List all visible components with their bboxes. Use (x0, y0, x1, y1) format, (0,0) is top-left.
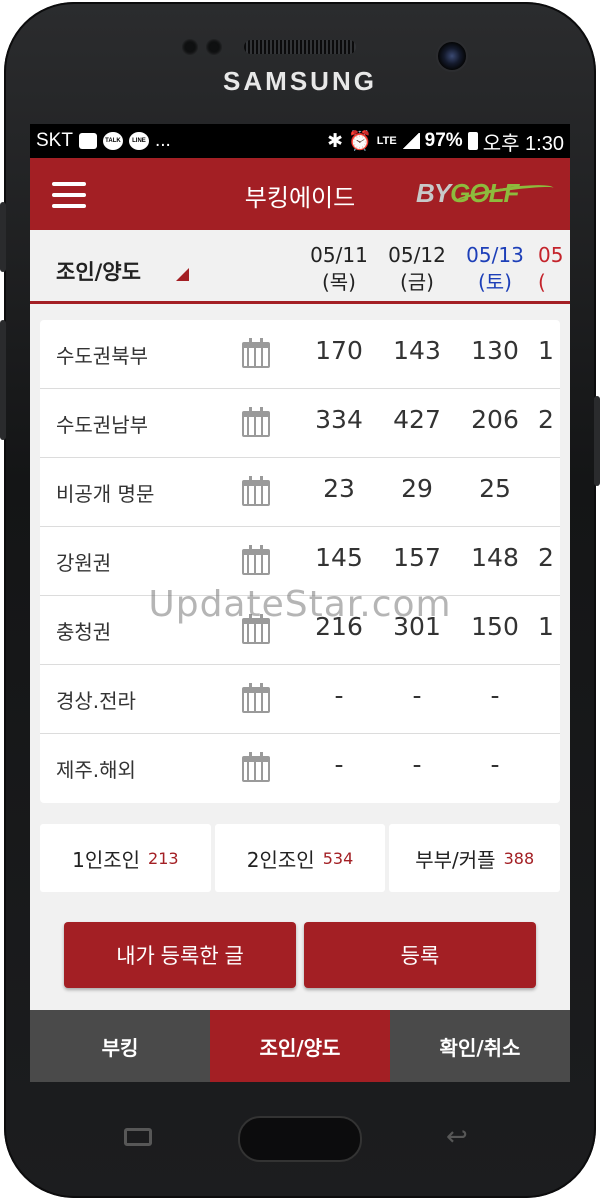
count-cell[interactable]: - (460, 750, 530, 779)
dropdown-triangle-icon[interactable] (176, 268, 189, 281)
device-brand: SAMSUNG (223, 66, 377, 96)
date-column-3[interactable]: 05( (538, 242, 570, 296)
calendar-icon[interactable] (242, 545, 270, 575)
power-button (594, 396, 600, 486)
volume-down-button (0, 320, 6, 440)
tab-booking[interactable]: 부킹 (30, 1010, 210, 1082)
count-cell[interactable]: 130 (460, 336, 530, 365)
count-cell[interactable]: - (382, 750, 452, 779)
calendar-icon[interactable] (242, 407, 270, 437)
table-header: 조인/양도 05/11 (목) 05/12 (금) 05/13 (토) 05( (30, 230, 570, 304)
count-cell[interactable]: 29 (382, 474, 452, 503)
app-bar: 부킹에이드 BYGOLF (30, 158, 570, 230)
count-cell[interactable]: 143 (382, 336, 452, 365)
count-cell[interactable]: - (304, 750, 374, 779)
status-bar: SKT TALK LINE ... ✱ ⏰ LTE 97% 오후 1:30 (30, 124, 570, 158)
region-row[interactable]: 수도권남부 334 427 206 2 (40, 389, 560, 458)
region-name: 경상.전라 (56, 689, 136, 713)
home-key[interactable] (238, 1116, 362, 1162)
register-button[interactable]: 등록 (304, 922, 536, 988)
region-row[interactable]: 수도권북부 170 143 130 1 (40, 320, 560, 389)
date-column-1[interactable]: 05/12 (금) (382, 242, 452, 296)
line-app-icon: LINE (128, 132, 149, 150)
count-cell[interactable]: 2 (538, 543, 560, 572)
signal-icon (401, 133, 420, 149)
proximity-sensor (182, 39, 198, 55)
region-row[interactable]: 경상.전라 - - - (40, 665, 560, 734)
region-name: 수도권남부 (56, 413, 148, 437)
type-single-join[interactable]: 1인조인 213 (40, 824, 211, 892)
count-cell[interactable]: 25 (460, 474, 530, 503)
kakaotalk-icon: TALK (102, 132, 123, 150)
count-cell[interactable]: - (304, 681, 374, 710)
region-name: 제주.해외 (56, 758, 136, 782)
type-double-join[interactable]: 2인조인 534 (214, 824, 386, 892)
count-cell[interactable]: 334 (304, 405, 374, 434)
my-posts-button[interactable]: 내가 등록한 글 (64, 922, 296, 988)
back-key-icon[interactable]: ↩ (446, 1122, 468, 1152)
count-cell[interactable]: 145 (304, 543, 374, 572)
clock: 오후 1:30 (482, 132, 564, 155)
count-cell[interactable]: - (382, 681, 452, 710)
light-sensor (206, 39, 222, 55)
date-column-0[interactable]: 05/11 (목) (304, 242, 374, 296)
bygolf-logo[interactable]: BYGOLF (416, 176, 558, 216)
count-cell[interactable]: 157 (382, 543, 452, 572)
calendar-icon[interactable] (242, 752, 270, 782)
battery-percent: 97% (424, 130, 463, 151)
region-row[interactable]: 비공개 명문 23 29 25 (40, 458, 560, 527)
bottom-tab-bar: 부킹 조인/양도 확인/취소 (30, 1010, 570, 1082)
count-cell[interactable]: 206 (460, 405, 530, 434)
calendar-icon[interactable] (242, 683, 270, 713)
category-selector[interactable]: 조인/양도 (56, 256, 141, 286)
region-name: 강원권 (56, 551, 112, 575)
count-cell[interactable]: 148 (460, 543, 530, 572)
calendar-icon[interactable] (242, 338, 270, 368)
tab-join-transfer[interactable]: 조인/양도 (210, 1010, 390, 1082)
tab-confirm-cancel[interactable]: 확인/취소 (390, 1010, 570, 1082)
region-name: 수도권북부 (56, 344, 148, 368)
count-cell[interactable]: 2 (538, 405, 560, 434)
bluetooth-icon: ✱ (327, 130, 344, 152)
battery-icon (467, 132, 478, 150)
carrier-label: SKT (36, 130, 73, 151)
calendar-icon[interactable] (242, 476, 270, 506)
volume-up-button (0, 202, 6, 272)
more-notifications: ... (154, 130, 171, 151)
count-cell[interactable]: 23 (304, 474, 374, 503)
watermark: UpdateStar.com (148, 584, 452, 625)
count-cell[interactable]: 1 (538, 336, 560, 365)
type-couple[interactable]: 부부/커플 388 (389, 824, 561, 892)
region-row[interactable]: 제주.해외 - - - (40, 734, 560, 803)
region-table: 수도권북부 170 143 130 1 수도권남부 334 427 206 2 비공개 명문 23 29… (40, 320, 560, 803)
count-cell[interactable]: - (460, 681, 530, 710)
alarm-icon: ⏰ (348, 131, 372, 152)
gallery-icon (78, 133, 97, 149)
count-cell[interactable]: 427 (382, 405, 452, 434)
region-name: 비공개 명문 (56, 482, 155, 506)
logo-by: BY (416, 178, 451, 208)
join-type-bar: 1인조인 213 2인조인 534 부부/커플 388 (40, 824, 561, 892)
count-cell[interactable]: 170 (304, 336, 374, 365)
network-type: LTE (376, 135, 397, 147)
recent-apps-key[interactable] (124, 1128, 152, 1146)
earpiece-speaker (244, 40, 356, 54)
date-column-2[interactable]: 05/13 (토) (460, 242, 530, 296)
